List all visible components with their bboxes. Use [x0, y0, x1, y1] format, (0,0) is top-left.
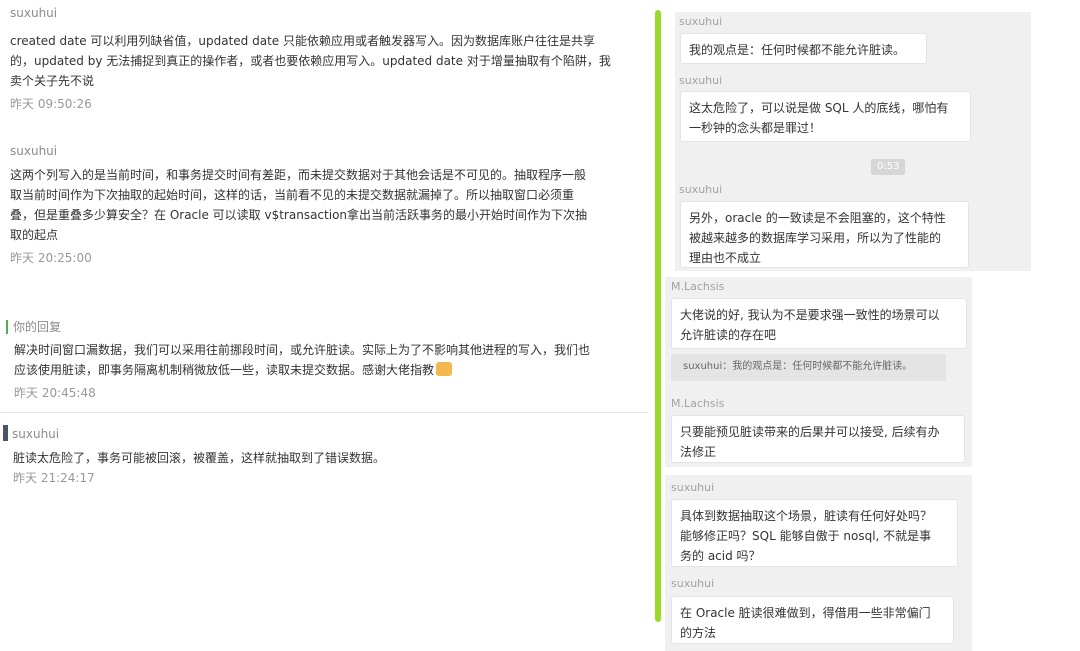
chat-line: 允许脏读的存在吧	[680, 328, 777, 342]
comment-text: created date 可以利用列缺省值，updated date 只能依赖应…	[10, 31, 650, 91]
chat-line: 法修正	[680, 445, 717, 459]
chat-line: 的方法	[680, 626, 717, 640]
chat-bubble: 我的观点是：任何时候都不能允许脏读。	[680, 33, 927, 64]
chat-bubble: 这太危险了，可以说是做 SQL 人的底线，哪怕有 一秒钟的念头都是罪过！	[680, 91, 971, 142]
chat-line: 我的观点是：任何时候都不能允许脏读。	[689, 43, 906, 57]
chat-username[interactable]: M.Lachsis	[671, 280, 724, 294]
chat-line: 大佬说的好, 我认为不是要求强一致性的场景可以	[680, 308, 940, 322]
comment-line: 这两个列写入的是当前时间，和事务提交时间有差距，而未提交数据对于其他会话是不可见…	[10, 168, 587, 182]
comment-list: suxuhui created date 可以利用列缺省值，updated da…	[0, 0, 660, 651]
chat-username[interactable]: suxuhui	[679, 15, 722, 29]
comment-line: 脏读太危险了，事务可能被回滚，被覆盖，这样就抽取到了错误数据。	[13, 451, 386, 465]
chat-bubble: 另外，oracle 的一致读是不会阻塞的，这个特性 被越来越多的数据库学习采用，…	[680, 201, 969, 268]
chat-username[interactable]: suxuhui	[679, 183, 722, 197]
chat-line: 这太危险了，可以说是做 SQL 人的底线，哪怕有	[689, 101, 949, 115]
time-chip: 0:53	[871, 159, 906, 175]
chat-line: 具体到数据抽取这个场景，脏读有任何好处吗？	[680, 509, 933, 523]
comment-text: 这两个列写入的是当前时间，和事务提交时间有差距，而未提交数据对于其他会话是不可见…	[10, 165, 650, 245]
chat-line: 在 Oracle 脏读很难做到，得借用一些非常偏门	[680, 606, 931, 620]
comment-text: 脏读太危险了，事务可能被回滚，被覆盖，这样就抽取到了错误数据。	[3, 448, 643, 468]
chat-line: 能够修正吗？SQL 能够自傲于 nosql, 不就是事	[680, 529, 932, 543]
chat-line: 被越来越多的数据库学习采用，所以为了性能的	[689, 231, 942, 245]
chat-line: 另外，oracle 的一致读是不会阻塞的，这个特性	[689, 211, 946, 225]
comment-author-row: suxuhui	[3, 425, 643, 442]
chat-line: 一秒钟的念头都是罪过！	[689, 121, 822, 135]
comment-author[interactable]: suxuhui	[10, 5, 650, 21]
comment-line: 的，updated by 无法捕捉到真正的操作者，或者也要依赖应用写入。upda…	[10, 54, 611, 68]
chat-bubble: 具体到数据抽取这个场景，脏读有任何好处吗？ 能够修正吗？SQL 能够自傲于 no…	[671, 499, 958, 567]
comment-time: 昨天 09:50:26	[10, 97, 92, 111]
comment-time: 昨天 20:25:00	[10, 251, 92, 265]
comment-author[interactable]: suxuhui	[12, 427, 59, 441]
avatar-icon	[3, 425, 8, 441]
divider	[0, 412, 648, 413]
comment-item: suxuhui created date 可以利用列缺省值，updated da…	[10, 5, 650, 112]
comment-line: 取的起点	[10, 228, 59, 242]
chat-bubble: 大佬说的好, 我认为不是要求强一致性的场景可以 允许脏读的存在吧	[671, 298, 967, 349]
reply-line: 解决时间窗口漏数据，我们可以采用往前挪段时间，或允许脏读。实际上为了不影响其他进…	[14, 343, 591, 357]
reply-item: 你的回复 解决时间窗口漏数据，我们可以采用往前挪段时间，或允许脏读。实际上为了不…	[6, 320, 646, 401]
chat-line: 只要能预见脏读带来的后果并可以接受, 后续有办	[680, 425, 940, 439]
comment-line: 卖个关子先不说	[10, 74, 95, 88]
comment-item: suxuhui 这两个列写入的是当前时间，和事务提交时间有差距，而未提交数据对于…	[10, 143, 650, 266]
reply-time: 昨天 20:45:48	[14, 386, 96, 400]
comment-line: 取当前时间作为下次抽取的起始时间，这样的话，当前看不见的未提交数据就漏掉了。所以…	[10, 188, 575, 202]
comment-time: 昨天 21:24:17	[13, 471, 95, 485]
quoted-message[interactable]: suxuhui：我的观点是：任何时候都不能允许脏读。	[671, 354, 946, 381]
chat-username[interactable]: suxuhui	[679, 74, 722, 88]
chat-username[interactable]: suxuhui	[671, 577, 714, 591]
chat-bubble: 在 Oracle 脏读很难做到，得借用一些非常偏门 的方法	[671, 596, 954, 644]
comment-line: 叠，但是重叠多少算安全？在 Oracle 可以读取 v$transaction拿…	[10, 208, 588, 222]
chat-username[interactable]: suxuhui	[671, 481, 714, 495]
chat-line: 理由也不成立	[689, 251, 762, 265]
reply-tag: 你的回复	[6, 320, 646, 334]
comment-line: created date 可以利用列缺省值，updated date 只能依赖应…	[10, 34, 595, 48]
scroll-indicator[interactable]	[655, 10, 661, 622]
chat-bubble: 只要能预见脏读带来的后果并可以接受, 后续有办 法修正	[671, 415, 965, 463]
comment-item: suxuhui 脏读太危险了，事务可能被回滚，被覆盖，这样就抽取到了错误数据。 …	[3, 425, 643, 486]
chat-username[interactable]: M.Lachsis	[671, 397, 724, 411]
reply-text: 解决时间窗口漏数据，我们可以采用往前挪段时间，或允许脏读。实际上为了不影响其他进…	[6, 340, 646, 380]
chat-line: 务的 acid 吗？	[680, 549, 761, 563]
reply-line-with-icon: 应该使用脏读，即事务隔离机制稍微放低一些，读取未提交数据。感谢大佬指教	[14, 360, 646, 380]
reply-line: 应该使用脏读，即事务隔离机制稍微放低一些，读取未提交数据。感谢大佬指教	[14, 363, 435, 377]
thumbs-up-icon	[436, 362, 453, 376]
comment-author[interactable]: suxuhui	[10, 143, 650, 159]
